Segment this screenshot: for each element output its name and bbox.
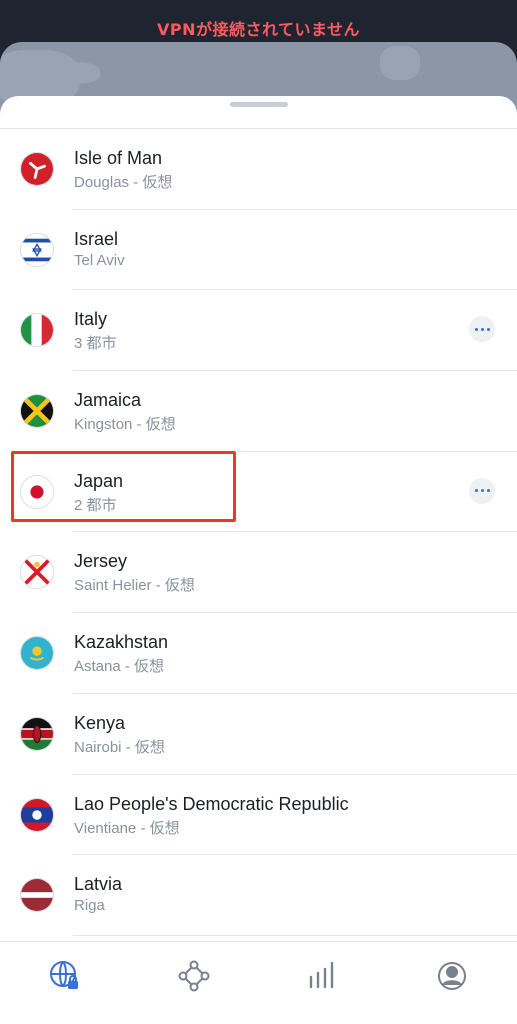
country-subtitle: Douglas - 仮想 xyxy=(74,174,173,191)
laos-flag-icon xyxy=(20,797,54,832)
country-name: Italy xyxy=(74,309,108,330)
country-row-japan[interactable]: Japan 2 都市 xyxy=(0,452,517,533)
nav-stats-tab[interactable] xyxy=(303,958,343,998)
country-name: Jamaica xyxy=(74,390,142,411)
country-list: Isle of Man Douglas - 仮想 Israel Tel Aviv… xyxy=(0,128,517,936)
kazakhstan-flag-icon xyxy=(20,636,54,671)
country-name: Lao People's Democratic Republic xyxy=(74,793,349,814)
italy-flag-icon xyxy=(20,313,54,348)
country-subtitle: Astana - 仮想 xyxy=(74,658,165,676)
country-name: Jersey xyxy=(74,551,128,572)
country-name: Kenya xyxy=(74,712,126,733)
jersey-flag-icon xyxy=(20,555,54,590)
stats-bars-icon xyxy=(306,959,340,997)
isle-of-man-flag-icon xyxy=(20,152,54,186)
nav-profile-tab[interactable] xyxy=(432,958,472,998)
country-row-kenya[interactable]: Kenya Nairobi - 仮想 xyxy=(0,694,517,775)
country-row-jamaica[interactable]: Jamaica Kingston - 仮想 xyxy=(0,371,517,452)
country-subtitle: Vientiane - 仮想 xyxy=(74,819,180,837)
bottom-nav xyxy=(0,941,517,1024)
more-options-button[interactable] xyxy=(469,477,495,504)
vpn-status-text: VPNが接続されていません xyxy=(156,20,361,39)
nav-countries-tab[interactable] xyxy=(45,958,85,998)
country-subtitle: Saint Helier - 仮想 xyxy=(74,577,195,595)
country-subtitle: Kingston - 仮想 xyxy=(74,416,176,434)
country-subtitle: Tel Aviv xyxy=(74,251,125,269)
country-row-latvia[interactable]: Latvia Riga xyxy=(0,855,517,936)
country-name: Kazakhstan xyxy=(74,632,169,653)
latvia-flag-icon xyxy=(20,878,54,913)
country-row-jersey[interactable]: Jersey Saint Helier - 仮想 xyxy=(0,532,517,614)
country-subtitle: 3 都市 xyxy=(74,335,117,353)
japan-flag-icon xyxy=(20,474,54,509)
country-name: Latvia xyxy=(74,874,123,895)
more-options-button[interactable] xyxy=(469,316,495,343)
country-row-israel[interactable]: Israel Tel Aviv xyxy=(0,210,517,291)
sheet-drag-handle[interactable] xyxy=(230,102,288,107)
israel-flag-icon xyxy=(20,232,54,267)
country-name: Isle of Man xyxy=(74,148,163,168)
country-subtitle: Nairobi - 仮想 xyxy=(74,738,165,756)
country-list-sheet[interactable]: Isle of Man Douglas - 仮想 Israel Tel Aviv… xyxy=(0,96,517,941)
country-name: Japan xyxy=(74,470,124,491)
country-row-italy[interactable]: Italy 3 都市 xyxy=(0,290,517,372)
country-row-kazakhstan[interactable]: Kazakhstan Astana - 仮想 xyxy=(0,613,517,694)
country-subtitle: Riga xyxy=(74,897,105,915)
globe-lock-icon xyxy=(48,959,82,997)
profile-icon xyxy=(435,959,469,997)
jamaica-flag-icon xyxy=(20,394,54,429)
nav-meshnet-tab[interactable] xyxy=(174,958,214,998)
kenya-flag-icon xyxy=(20,716,54,751)
meshnet-icon xyxy=(177,959,211,997)
country-subtitle: 2 都市 xyxy=(74,496,117,514)
country-name: Israel xyxy=(74,228,119,249)
country-row-isle-of-man[interactable]: Isle of Man Douglas - 仮想 xyxy=(0,129,517,210)
country-row-laos[interactable]: Lao People's Democratic Republic Vientia… xyxy=(0,775,517,856)
